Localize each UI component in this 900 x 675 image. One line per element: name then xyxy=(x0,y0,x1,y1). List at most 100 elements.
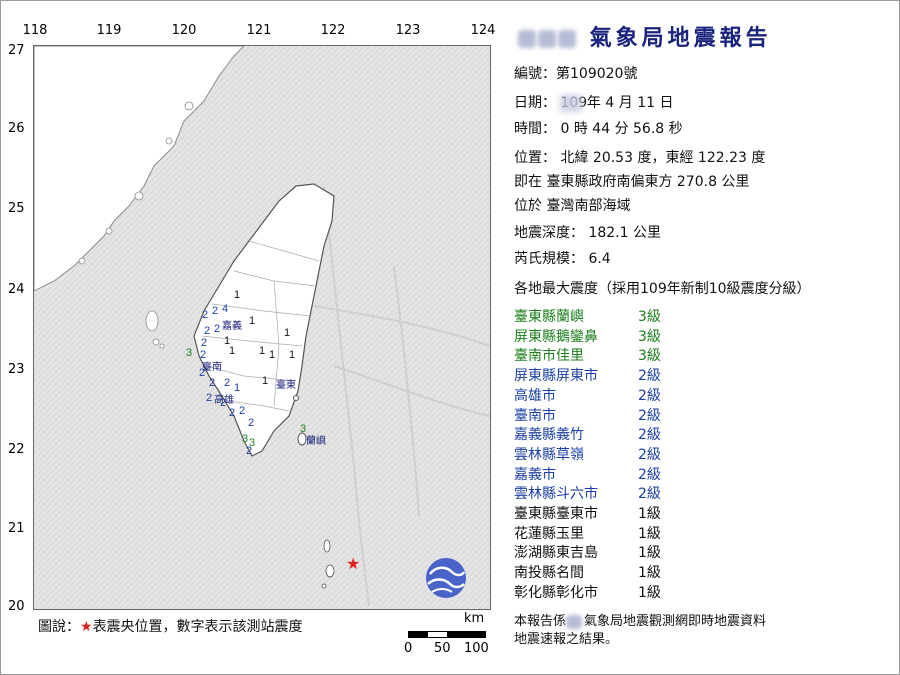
station-name: 屏東縣屏東市 xyxy=(514,368,598,385)
magnitude-line: 芮氏規模： 6.4 xyxy=(514,248,611,268)
lat-tick: 24 xyxy=(8,282,25,297)
lat-tick: 22 xyxy=(8,442,25,457)
time-hour: 0 xyxy=(560,121,570,137)
scale-label: 100 xyxy=(464,641,489,656)
intensity-row: 雲林縣斗六市 2級 xyxy=(514,483,661,503)
intensity-level: 1級 xyxy=(638,565,661,582)
place-label: 蘭嶼 xyxy=(306,434,326,447)
intensity-row: 高雄市 2級 xyxy=(514,385,661,405)
intensity-row: 澎湖縣東吉島 1級 xyxy=(514,542,661,562)
lat-tick: 20 xyxy=(8,599,25,614)
date-month: 4 xyxy=(605,95,615,111)
green-island xyxy=(293,395,299,401)
relative-location: 即在 臺東縣政府南偏東方 270.8 公里 xyxy=(514,174,750,190)
station-name: 澎湖縣東吉島 xyxy=(514,545,598,562)
lon-tick: 121 xyxy=(246,23,272,38)
intensity-row: 花蓮縣玉里 1級 xyxy=(514,523,661,543)
map-legend: 圖說：★表震央位置，數字表示該測站震度 xyxy=(38,616,303,636)
date-label: 日期： xyxy=(514,95,556,111)
intensity-level: 2級 xyxy=(638,427,661,444)
depth-line: 地震深度： 182.1 公里 xyxy=(514,222,661,242)
redacted-mark xyxy=(560,95,583,112)
station-intensity: 2 xyxy=(202,309,208,321)
station-name: 嘉義縣義竹 xyxy=(514,427,584,444)
date-month-unit: 月 xyxy=(618,95,633,111)
place-label: 臺南 xyxy=(202,360,222,373)
station-intensity: 2 xyxy=(209,377,215,389)
station-intensity: 2 xyxy=(204,325,210,337)
location-label: 位置： xyxy=(514,150,556,166)
intensity-level: 2級 xyxy=(638,407,661,424)
lon-tick: 120 xyxy=(171,23,197,38)
intensity-row: 南投縣名間 1級 xyxy=(514,562,661,582)
region: 位於 臺灣南部海域 xyxy=(514,198,631,214)
station-name: 屏東縣鵝鑾鼻 xyxy=(514,328,598,345)
magnitude-value: 6.4 xyxy=(588,251,611,267)
redacted-mark xyxy=(566,614,583,629)
intensity-row: 臺東縣蘭嶼 3級 xyxy=(514,306,661,326)
lat-tick: 25 xyxy=(8,201,25,216)
station-name: 雲林縣斗六市 xyxy=(514,486,598,503)
date-day-unit: 日 xyxy=(659,95,674,111)
lon-tick: 118 xyxy=(22,23,48,38)
station-intensity: 1 xyxy=(284,327,290,339)
epicenter-star[interactable]: ★ xyxy=(346,554,360,573)
station-name: 臺東縣蘭嶼 xyxy=(514,309,584,325)
station-name: 花蓮縣玉里 xyxy=(514,525,584,542)
legend-text: 表震央位置，數字表示該測站震度 xyxy=(92,619,303,635)
station-intensity: 1 xyxy=(234,289,240,301)
intensity-header: 各地最大震度（採用109年新制10級震度分級） xyxy=(514,281,811,297)
depth-value: 182.1 xyxy=(588,225,629,241)
lat-tick: 23 xyxy=(8,362,25,377)
station-name: 臺南市佳里 xyxy=(514,348,584,365)
station-name: 南投縣名間 xyxy=(514,565,584,582)
station-intensity: 2 xyxy=(229,407,235,419)
lon-tick: 124 xyxy=(470,23,496,38)
place-label: 嘉義 xyxy=(222,319,242,332)
station-name: 高雄市 xyxy=(514,387,556,404)
intensity-level: 2級 xyxy=(638,387,661,404)
intensity-level: 1級 xyxy=(638,506,661,522)
intensity-level: 3級 xyxy=(638,348,661,365)
intensity-level: 1級 xyxy=(638,545,661,562)
scale-bar: km 0 50 100 xyxy=(400,611,495,663)
report-title-text: 氣象局地震報告 xyxy=(589,26,772,51)
intensity-map[interactable]: 1 2 2 4 1 2 2 2 1 3 2 1 1 1 1 1 2 2 2 1 … xyxy=(33,45,491,610)
station-intensity: 2 xyxy=(212,305,218,317)
station-intensity: 4 xyxy=(222,303,228,315)
footnote: 本報告係 氣象局地震觀測網即時地震資料 地震速報之結果。 xyxy=(514,614,767,647)
date-year: 109 xyxy=(560,95,587,112)
report-number-line: 編號：第109020號 xyxy=(514,63,637,83)
station-intensity: 1 xyxy=(262,375,268,387)
station-name: 臺南市 xyxy=(514,407,556,424)
intensity-level: 3級 xyxy=(638,309,661,325)
report-title: 氣象局地震報告 xyxy=(518,20,772,52)
redacted-mark xyxy=(538,30,556,48)
depth-unit: 公里 xyxy=(633,225,661,241)
date-day: 11 xyxy=(637,95,656,111)
report-number-value: 第109020號 xyxy=(556,66,638,82)
agency-logo-icon xyxy=(426,558,466,598)
redacted-mark xyxy=(518,30,536,48)
station-intensity: 3 xyxy=(242,433,248,445)
magnitude-label: 芮氏規模： xyxy=(514,251,584,267)
lat-unit: 度， xyxy=(637,150,666,166)
station-intensity: 2 xyxy=(246,445,252,457)
intensity-row: 臺南市 2級 xyxy=(514,405,661,425)
lon-unit: 度 xyxy=(751,150,766,166)
station-name: 雲林縣草嶺 xyxy=(514,446,584,463)
depth-label: 地震深度： xyxy=(514,225,584,241)
scale-unit: km xyxy=(464,611,485,626)
station-intensity: 3 xyxy=(186,347,192,359)
lat-tick: 27 xyxy=(8,43,25,58)
intensity-level: 1級 xyxy=(638,525,661,542)
station-name: 彰化縣彰化市 xyxy=(514,584,598,601)
intensity-row: 嘉義縣義竹 2級 xyxy=(514,424,661,444)
intensity-row: 嘉義市 2級 xyxy=(514,464,661,484)
lat-prefix: 北緯 xyxy=(560,150,589,166)
station-intensity: 2 xyxy=(248,417,254,429)
time-second-unit: 秒 xyxy=(668,121,683,137)
intensity-level: 2級 xyxy=(638,486,661,503)
station-intensity: 2 xyxy=(239,405,245,417)
station-name: 臺東縣臺東市 xyxy=(514,506,598,522)
